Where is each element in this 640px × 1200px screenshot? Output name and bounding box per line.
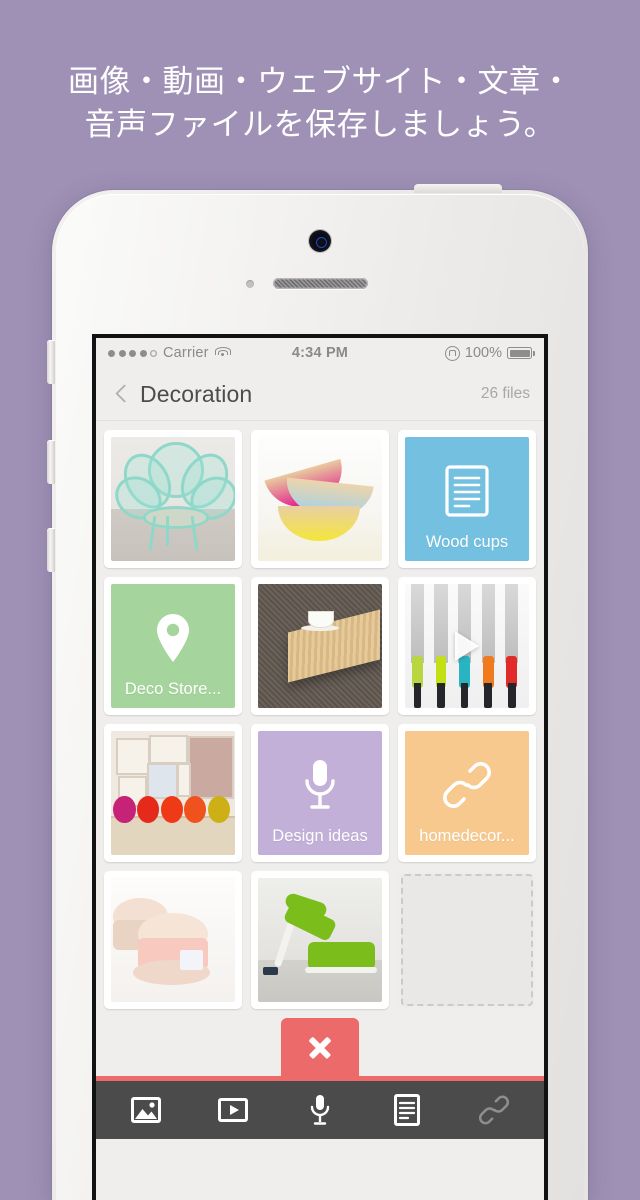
microphone-icon (300, 758, 340, 812)
mute-switch-button[interactable] (47, 340, 55, 384)
navigation-bar: Decoration 26 files (96, 368, 544, 421)
status-bar-left: Carrier (108, 345, 232, 361)
front-camera-icon (309, 230, 331, 252)
page-title: Decoration (140, 380, 253, 407)
toolbar-image-button[interactable] (118, 1089, 174, 1131)
document-icon (445, 465, 489, 517)
headline-line-2: 音声ファイルを保存しましょう。 (84, 107, 556, 142)
toolbar-document-button[interactable] (379, 1089, 435, 1131)
grid-item-gallery-wall-photo[interactable] (104, 724, 242, 862)
close-button-strip (96, 1018, 544, 1076)
grid-item-bowls-photo[interactable] (251, 430, 389, 568)
grid-item-sofa-tray-photo[interactable] (251, 577, 389, 715)
chevron-left-icon[interactable] (110, 383, 132, 405)
carrier-label: Carrier (163, 345, 209, 361)
map-pin-icon (153, 612, 193, 664)
promo-headline: 画像・動画・ウェブサイト・文章・ 音声ファイルを保存しましょう。 (0, 60, 640, 146)
grid-item-deco-store-location[interactable]: Deco Store... (104, 577, 242, 715)
toolbar-link-button[interactable] (466, 1089, 522, 1131)
toolbar-video-button[interactable] (205, 1089, 261, 1131)
grid-item-futon-photo[interactable] (251, 871, 389, 1009)
grid-item-empty-slot[interactable] (398, 871, 536, 1009)
tile-label: homedecor... (419, 827, 515, 845)
battery-icon (507, 347, 535, 359)
grid-item-design-ideas-audio[interactable]: Design ideas (251, 724, 389, 862)
file-count-label: 26 files (480, 385, 530, 402)
grid-item-knives-video[interactable] (398, 577, 536, 715)
proximity-sensor-icon (246, 280, 254, 288)
grid-item-cookie-boxes-photo[interactable] (104, 871, 242, 1009)
close-button[interactable] (281, 1018, 359, 1076)
tile-label: Deco Store... (124, 680, 222, 698)
toolbar-microphone-button[interactable] (292, 1089, 348, 1131)
tile-label: Wood cups (425, 533, 509, 551)
battery-percent-label: 100% (464, 345, 502, 361)
power-button[interactable] (414, 184, 502, 193)
grid-item-chair-photo[interactable] (104, 430, 242, 568)
link-icon (443, 761, 491, 809)
tile-label: Design ideas (272, 827, 368, 845)
status-bar-right: 100% (444, 345, 535, 361)
status-bar: Carrier 4:34 PM 100% (96, 338, 544, 368)
bottom-toolbar (96, 1081, 544, 1139)
earpiece-speaker-icon (273, 278, 368, 289)
file-grid: Wood cups Deco Store... Design ideas hom… (96, 421, 544, 1018)
rotation-lock-icon (444, 345, 460, 361)
phone-screen: Carrier 4:34 PM 100% Decoration 26 files (96, 338, 544, 1200)
volume-up-button[interactable] (47, 440, 55, 484)
headline-line-1: 画像・動画・ウェブサイト・文章・ (68, 64, 572, 99)
volume-down-button[interactable] (47, 528, 55, 572)
phone-device-mockup: Carrier 4:34 PM 100% Decoration 26 files (47, 184, 588, 1200)
grid-item-wood-cups-document[interactable]: Wood cups (398, 430, 536, 568)
grid-item-homedecor-link[interactable]: homedecor... (398, 724, 536, 862)
signal-strength-icon (108, 349, 157, 357)
play-icon (455, 631, 479, 661)
close-x-icon (305, 1032, 335, 1062)
wifi-icon (215, 347, 232, 359)
